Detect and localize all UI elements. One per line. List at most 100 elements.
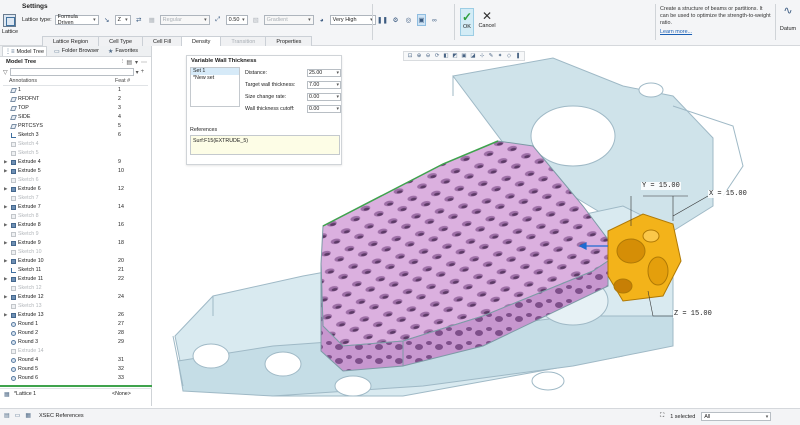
tree-item[interactable]: Sketch 3 6 xyxy=(0,131,151,140)
tree-item[interactable]: ▶ Extrude 7 14 xyxy=(0,203,151,212)
tab-transition[interactable]: Transition xyxy=(220,36,267,46)
reference-item[interactable]: Surf:F15(EXTRUDE_5) xyxy=(191,136,339,146)
tree-item[interactable]: Sketch 6 xyxy=(0,176,151,185)
expand-icon[interactable]: ▶ xyxy=(4,186,7,192)
expand-icon[interactable]: ▶ xyxy=(4,312,7,318)
axis-dropdown[interactable]: Z ▾ xyxy=(114,15,131,25)
column-feat[interactable]: Feat # xyxy=(115,78,130,84)
lattice-icon[interactable] xyxy=(3,14,16,27)
perspective-icon[interactable]: ◇ xyxy=(505,52,513,60)
selection-icon[interactable]: ⛶ xyxy=(660,413,664,420)
tab-cell-fill[interactable]: Cell Fill xyxy=(142,36,183,46)
expand-icon[interactable]: ▶ xyxy=(4,240,7,246)
tree-filter-icon[interactable]: ⫶ xyxy=(122,59,124,66)
grid-icon[interactable]: ▦ xyxy=(147,15,157,25)
tree-item[interactable]: ▶ Extrude 9 18 xyxy=(0,239,151,248)
tab-properties[interactable]: Properties xyxy=(265,36,313,46)
tab-folder-browser[interactable]: ▭ Folder Browser xyxy=(52,46,101,56)
datum-display-icon[interactable]: ⊹ xyxy=(478,52,486,60)
references-collector[interactable]: Surf:F15(EXTRUDE_5) xyxy=(190,135,340,155)
window-icon[interactable]: ▭ xyxy=(15,412,21,419)
section-icon[interactable]: ◪ xyxy=(469,52,477,60)
dimension-x[interactable]: X = 15.00 xyxy=(708,190,748,198)
tree-item[interactable]: Extrude 14 xyxy=(0,347,151,356)
tree-item[interactable]: ▶ Extrude 5 10 xyxy=(0,167,151,176)
verify-icon[interactable]: ▣ xyxy=(417,14,426,26)
tree-item-lattice[interactable]: ▦ *Lattice 1 <None> xyxy=(0,388,152,398)
size-change-rate-input[interactable]: 0.00 ▾ xyxy=(307,92,341,101)
tab-cell-type[interactable]: Cell Type xyxy=(98,36,143,46)
learn-more-link[interactable]: Learn more... xyxy=(660,29,772,36)
tree-item[interactable]: Sketch 7 xyxy=(0,194,151,203)
tree-item[interactable]: Sketch 10 xyxy=(0,248,151,257)
expand-icon[interactable]: ▶ xyxy=(4,222,7,228)
tree-item[interactable]: TOP 3 xyxy=(0,104,151,113)
list-item[interactable]: Set 1 xyxy=(191,68,239,75)
view-manager-icon[interactable]: ◧ xyxy=(442,52,450,60)
tree-item[interactable]: Sketch 13 xyxy=(0,302,151,311)
tab-density[interactable]: Density xyxy=(181,36,222,46)
refit-icon[interactable]: ⊡ xyxy=(406,52,414,60)
expand-icon[interactable]: ▶ xyxy=(4,276,7,282)
glasses-icon[interactable]: ∞ xyxy=(430,14,439,26)
gear-icon[interactable]: ⚙ xyxy=(391,14,400,26)
tree-item[interactable]: ▶ Extrude 13 26 xyxy=(0,311,151,320)
quality-icon[interactable]: ◕ xyxy=(317,15,327,25)
tree-item[interactable]: ▶ Extrude 10 20 xyxy=(0,257,151,266)
settings-icon[interactable]: ▤ xyxy=(126,59,132,66)
saved-views-icon[interactable]: ▣ xyxy=(460,52,468,60)
tree-item[interactable]: Round 1 27 xyxy=(0,320,151,329)
target-wall-thickness-input[interactable]: 7.00 ▾ xyxy=(307,80,341,89)
size-field[interactable]: 0.50 ▾ xyxy=(225,15,248,25)
tree-item[interactable]: Sketch 4 xyxy=(0,140,151,149)
tree-item[interactable]: PRTCSYS 5 xyxy=(0,122,151,131)
swap-icon[interactable]: ⇄ xyxy=(134,15,144,25)
dimension-y[interactable]: Y = 15.00 xyxy=(641,182,681,190)
column-name[interactable]: Annotations xyxy=(9,78,37,84)
scale-icon[interactable]: ⤢ xyxy=(213,15,223,25)
lattice-type-dropdown[interactable]: Formula Driven ▾ xyxy=(54,14,99,26)
tab-favorites[interactable]: ★ Favorites xyxy=(106,46,140,56)
wall-thickness-cutoff-input[interactable]: 0.00 ▾ xyxy=(307,104,341,113)
tree-item[interactable]: ▶ Extrude 4 9 xyxy=(0,158,151,167)
repaint-icon[interactable]: ⟳ xyxy=(433,52,441,60)
insert-indicator[interactable] xyxy=(0,385,152,387)
tree-item[interactable]: Sketch 8 xyxy=(0,212,151,221)
gradient-icon[interactable]: ▧ xyxy=(251,15,261,25)
tree-item[interactable]: SIDE 4 xyxy=(0,113,151,122)
xsec-references[interactable]: XSEC References xyxy=(39,413,84,419)
ok-button[interactable]: ✓ OK xyxy=(460,8,474,36)
message-log-icon[interactable]: ▤ xyxy=(4,412,10,419)
expand-icon[interactable]: ▶ xyxy=(4,168,7,174)
tree-item[interactable]: Round 4 31 xyxy=(0,356,151,365)
tab-model-tree[interactable]: ⋮≡ Model Tree xyxy=(2,46,48,56)
zoom-out-icon[interactable]: ⊖ xyxy=(424,52,432,60)
selection-filter-dropdown[interactable]: All ▾ xyxy=(701,412,772,421)
chevron-down-icon[interactable]: ▾ xyxy=(135,59,138,66)
spin-center-icon[interactable]: ✦ xyxy=(496,52,504,60)
funnel-icon[interactable]: ▽ xyxy=(3,69,8,76)
tree-item[interactable]: Sketch 12 xyxy=(0,284,151,293)
preview-icon[interactable]: ◎ xyxy=(404,14,413,26)
tree-item[interactable]: ▶ Extrude 11 22 xyxy=(0,275,151,284)
list-item[interactable]: *New set xyxy=(191,75,239,82)
tree-item[interactable]: Sketch 11 21 xyxy=(0,266,151,275)
direction-icon[interactable]: ↘ xyxy=(102,15,112,25)
gradient-dropdown[interactable]: Gradient ▾ xyxy=(263,15,314,25)
tree-item[interactable]: Sketch 9 xyxy=(0,230,151,239)
graphics-toolbar-icon[interactable]: ▦ xyxy=(25,412,31,419)
search-input[interactable] xyxy=(9,68,134,76)
more-icon[interactable]: ⋯ xyxy=(141,59,147,66)
cancel-button[interactable]: ✕ Cancel xyxy=(478,8,496,36)
tree-item[interactable]: RFDFNT 2 xyxy=(0,95,151,104)
quality-dropdown[interactable]: Very High▾ xyxy=(329,15,376,25)
tree-item[interactable]: Round 6 33 xyxy=(0,374,151,383)
dimension-z[interactable]: Z = 15.00 xyxy=(673,310,713,318)
regular-dropdown[interactable]: Regular ▾ xyxy=(159,15,210,25)
tree-item[interactable]: Round 2 28 xyxy=(0,329,151,338)
expand-icon[interactable]: ▶ xyxy=(4,258,7,264)
tree-item[interactable]: ▶ Extrude 8 16 xyxy=(0,221,151,230)
pause-icon[interactable]: ❚❚ xyxy=(377,14,388,26)
tree-item[interactable]: ▶ Extrude 12 24 xyxy=(0,293,151,302)
tree-item[interactable]: Round 3 29 xyxy=(0,338,151,347)
